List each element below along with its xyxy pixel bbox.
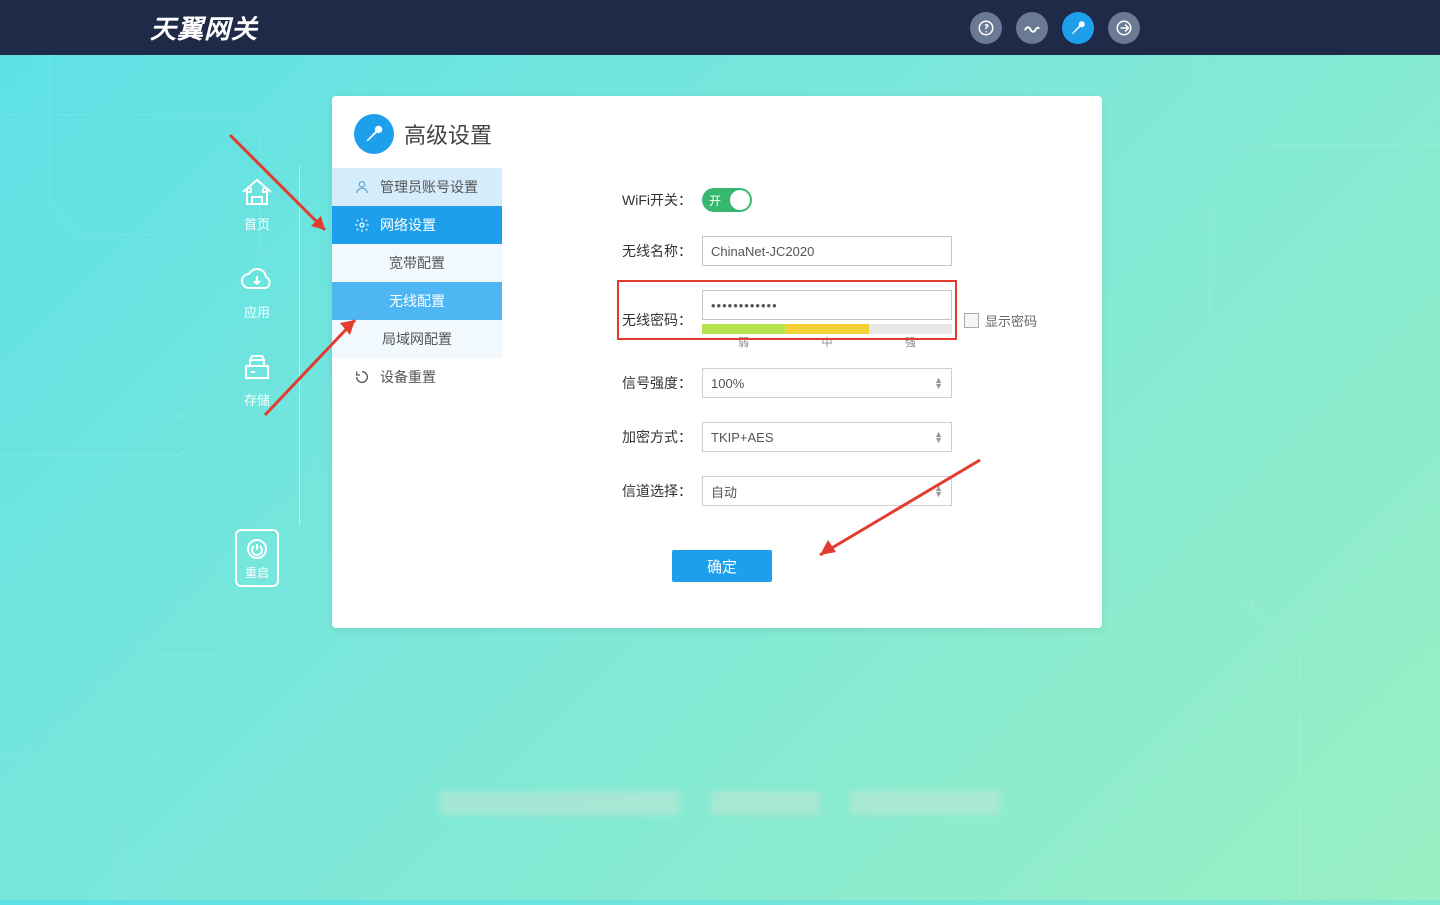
header-icon-group <box>970 12 1140 44</box>
show-password-label: 显示密码 <box>985 311 1037 330</box>
status-icon[interactable] <box>1016 12 1048 44</box>
encryption-select[interactable]: TKIP+AES ▲▼ <box>702 422 952 452</box>
card-header: 高级设置 <box>332 96 1102 168</box>
signal-label: 信号强度： <box>622 373 702 393</box>
sidemenu-broadband-label: 宽带配置 <box>389 253 445 273</box>
sidemenu-admin-label: 管理员账号设置 <box>380 177 478 197</box>
sidemenu-wireless[interactable]: 无线配置 <box>332 282 502 320</box>
encryption-label: 加密方式： <box>622 427 702 447</box>
sidemenu-lan-label: 局域网配置 <box>382 329 452 349</box>
sidemenu-network[interactable]: 网络设置 <box>332 206 502 244</box>
wrench-icon <box>354 114 394 154</box>
settings-sidemenu: 管理员账号设置 网络设置 宽带配置 无线配置 局域网配置 设备重置 <box>332 168 502 582</box>
password-input[interactable] <box>702 290 952 320</box>
footer-blurred <box>440 791 1000 815</box>
sidemenu-wireless-label: 无线配置 <box>389 291 445 311</box>
show-password-checkbox[interactable] <box>964 313 979 328</box>
nav-apps-label: 应用 <box>244 302 270 321</box>
user-icon <box>354 179 370 195</box>
cloud-icon <box>239 264 275 296</box>
select-arrows-icon: ▲▼ <box>934 485 943 497</box>
settings-card: 高级设置 管理员账号设置 网络设置 宽带配置 无线配置 局域网配置 设备 <box>332 96 1102 628</box>
password-strength-bar <box>702 324 952 334</box>
wifi-switch-label: WiFi开关： <box>622 190 702 210</box>
home-icon <box>239 176 275 208</box>
storage-icon <box>239 352 275 384</box>
toggle-knob <box>730 190 750 210</box>
sidemenu-reset-label: 设备重置 <box>380 367 436 387</box>
brand-logo: 天翼网关 <box>150 9 258 46</box>
ssid-label: 无线名称： <box>622 241 702 261</box>
sidemenu-network-label: 网络设置 <box>380 215 436 235</box>
nav-storage[interactable]: 存储 <box>237 351 277 409</box>
page-title: 高级设置 <box>404 118 492 150</box>
channel-value: 自动 <box>711 482 737 501</box>
channel-label: 信道选择： <box>622 481 702 501</box>
logout-icon[interactable] <box>1108 12 1140 44</box>
settings-icon[interactable] <box>1062 12 1094 44</box>
nav-apps[interactable]: 应用 <box>237 263 277 321</box>
sidemenu-admin[interactable]: 管理员账号设置 <box>332 168 502 206</box>
submit-button[interactable]: 确定 <box>672 550 772 582</box>
wifi-switch-on-text: 开 <box>709 192 721 209</box>
nav-separator <box>299 165 300 525</box>
nav-home[interactable]: 首页 <box>237 175 277 233</box>
nav-home-label: 首页 <box>244 214 270 233</box>
select-arrows-icon: ▲▼ <box>934 377 943 389</box>
select-arrows-icon: ▲▼ <box>934 431 943 443</box>
sidemenu-reset[interactable]: 设备重置 <box>332 358 502 396</box>
wifi-switch-toggle[interactable]: 开 <box>702 188 752 212</box>
show-password-toggle[interactable]: 显示密码 <box>964 311 1037 330</box>
channel-select[interactable]: 自动 ▲▼ <box>702 476 952 506</box>
primary-nav: 首页 应用 存储 重启 <box>235 175 279 587</box>
encryption-value: TKIP+AES <box>711 430 774 445</box>
nav-restart-label: 重启 <box>245 564 269 581</box>
top-header: 天翼网关 <box>0 0 1440 55</box>
signal-value: 100% <box>711 376 744 391</box>
nav-restart[interactable]: 重启 <box>235 529 279 587</box>
help-icon[interactable] <box>970 12 1002 44</box>
signal-select[interactable]: 100% ▲▼ <box>702 368 952 398</box>
power-icon <box>245 537 269 561</box>
ssid-input[interactable] <box>702 236 952 266</box>
sidemenu-broadband[interactable]: 宽带配置 <box>332 244 502 282</box>
wireless-form: WiFi开关： 开 无线名称： 无线密码： <box>502 168 1102 582</box>
password-label: 无线密码： <box>622 310 702 330</box>
reset-icon <box>354 369 370 385</box>
gear-icon <box>354 217 370 233</box>
sidemenu-lan[interactable]: 局域网配置 <box>332 320 502 358</box>
nav-storage-label: 存储 <box>244 390 270 409</box>
password-strength-labels: 弱 中 强 <box>702 334 952 350</box>
